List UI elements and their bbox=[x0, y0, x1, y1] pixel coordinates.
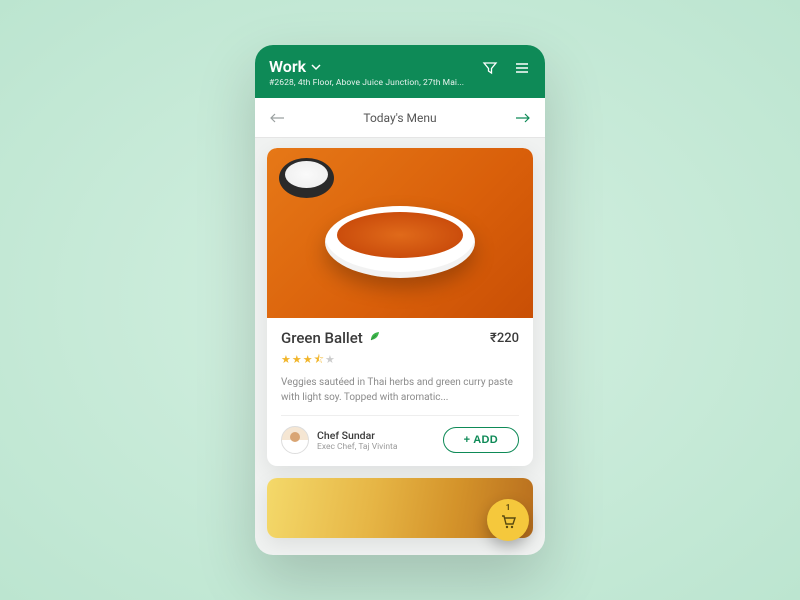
next-arrow-icon[interactable] bbox=[513, 108, 531, 127]
menu-nav: Today's Menu bbox=[255, 98, 545, 138]
cart-icon bbox=[499, 512, 517, 534]
app-header: Work #2628, 4th Floor, Above Juice Junct… bbox=[255, 45, 545, 98]
dish-name: Green Ballet bbox=[281, 329, 363, 347]
chef-avatar bbox=[281, 426, 309, 454]
phone-frame: Work #2628, 4th Floor, Above Juice Junct… bbox=[255, 45, 545, 555]
dish-price: ₹220 bbox=[490, 331, 519, 346]
content-scroll[interactable]: Green Ballet ₹220 ★★★⯪★ Veggies sautéed … bbox=[255, 138, 545, 555]
veg-leaf-icon bbox=[368, 329, 382, 347]
chevron-down-icon bbox=[311, 57, 321, 76]
cart-fab[interactable]: 1 bbox=[487, 499, 529, 541]
bowl-graphic bbox=[325, 206, 475, 278]
chef-title: Exec Chef, Taj Vivinta bbox=[317, 442, 397, 452]
prev-arrow-icon[interactable] bbox=[269, 108, 287, 127]
dish-card[interactable]: Green Ballet ₹220 ★★★⯪★ Veggies sautéed … bbox=[267, 148, 533, 466]
dish-image bbox=[267, 148, 533, 318]
dish-description: Veggies sautéed in Thai herbs and green … bbox=[281, 376, 519, 405]
location-selector[interactable]: Work #2628, 4th Floor, Above Juice Junct… bbox=[269, 57, 481, 88]
chef-name: Chef Sundar bbox=[317, 429, 397, 442]
chef-info[interactable]: Chef Sundar Exec Chef, Taj Vivinta bbox=[281, 426, 397, 454]
divider bbox=[281, 415, 519, 416]
location-address: #2628, 4th Floor, Above Juice Junction, … bbox=[269, 78, 481, 88]
add-button[interactable]: + ADD bbox=[443, 427, 519, 453]
filter-icon[interactable] bbox=[481, 59, 499, 77]
rice-graphic bbox=[279, 158, 334, 198]
cart-count: 1 bbox=[506, 503, 511, 512]
location-label: Work bbox=[269, 57, 306, 76]
menu-icon[interactable] bbox=[513, 59, 531, 77]
menu-title: Today's Menu bbox=[363, 111, 436, 125]
rating-stars: ★★★⯪★ bbox=[281, 351, 519, 370]
